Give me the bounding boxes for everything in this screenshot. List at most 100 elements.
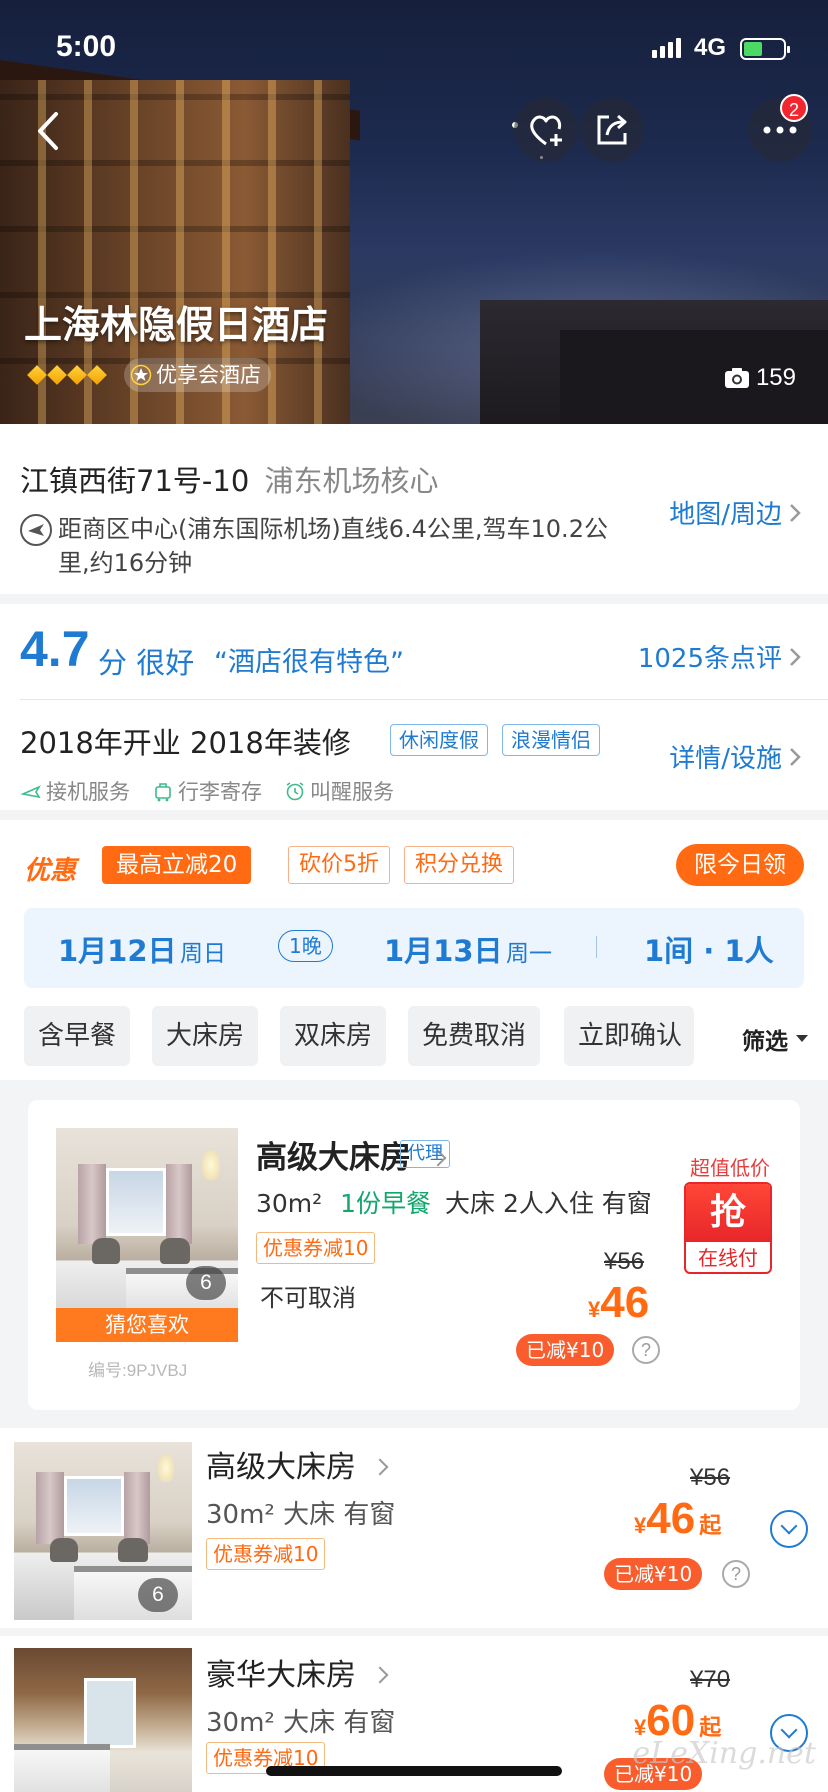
deal-label: 超值低价 [690,1156,770,1180]
status-bar: 5:00 4G [0,26,828,70]
notification-badge: 2 [780,94,808,122]
facility-section[interactable]: 2018年开业 2018年装修 休闲度假 浪漫情侣 接机服务 行李寄存 叫醒服务… [0,700,828,810]
filter-chip[interactable]: 免费取消 [408,1006,541,1066]
service-wakeup: 叫醒服务 [284,776,394,806]
address-line: 江镇西街71号-10 浦东机场核心 [20,458,439,500]
photo-count[interactable]: 159 [724,364,796,392]
diamond-rating [27,365,107,385]
curtain [166,1164,192,1244]
diamond-icon [47,365,67,385]
window [84,1678,136,1748]
filter-button[interactable]: 筛选 [718,1006,808,1066]
map-link-label: 地图/周边 [669,500,782,530]
help-icon[interactable]: ? [722,1560,750,1588]
airplane-icon [20,514,52,546]
promo-main-tag[interactable]: 最高立减20 [102,846,252,884]
member-tag-label: 优享会酒店 [156,363,261,387]
discount-badge: 已减¥10 [604,1558,703,1590]
chevron-right-icon [371,1666,389,1684]
review-count-label: 1025条点评 [637,644,782,674]
signal-icon [652,38,681,58]
open-renovate-year: 2018年开业 2018年装修 [20,726,351,760]
checkout-weekday: 周一 [506,941,552,967]
hero-photo[interactable]: 5:00 4G 2 上海林隐假日酒店 优享会酒店 159 [0,0,828,424]
agent-tag: 代理 [400,1140,450,1168]
service-pickup: 接机服务 [20,776,130,806]
theme-tag: 浪漫情侣 [502,724,600,756]
expand-button[interactable] [770,1510,808,1548]
room-info: 30m² 大床 有窗 [206,1708,396,1738]
room-photo[interactable]: 6 猜您喜欢 [56,1128,238,1342]
promo-tag[interactable]: 砍价5折 [288,846,390,884]
booking-section: 优惠 最高立减20 砍价5折 积分兑换 限今日领 1月12日 周日 1晚 1月1… [0,820,828,1080]
bed [14,1744,110,1792]
map-nearby-link[interactable]: 地图/周边 [669,494,802,531]
original-price: ¥56 [604,1248,645,1275]
filter-chip[interactable]: 立即确认 [564,1006,694,1066]
help-icon[interactable]: ? [632,1336,660,1364]
featured-room-card[interactable]: 6 猜您喜欢 编号:9PJVBJ 高级大床房 代理 30m² 1份早餐 大床 2… [28,1100,800,1410]
chevron-right-icon [790,647,801,666]
battery-icon [740,38,790,60]
chair [50,1538,78,1562]
share-icon [597,114,627,145]
filter-label: 筛选 [742,1029,788,1055]
address-section: 江镇西街71号-10 浦东机场核心 距商区中心(浦东国际机场)直线6.4公里,驾… [0,424,828,594]
chair [118,1538,148,1562]
favorite-button[interactable] [514,98,578,162]
window [64,1476,124,1536]
review-score: 4.7 [20,621,90,677]
lamp [158,1454,174,1482]
chevron-right-icon [371,1458,389,1476]
cancel-policy: 不可取消 [260,1284,356,1312]
chair [92,1238,120,1264]
theme-tag: 休闲度假 [390,724,488,756]
checkin-date[interactable]: 1月12日 [58,928,177,970]
nights-count: 1晚 [278,930,333,962]
review-count-link[interactable]: 1025条点评 [638,638,802,675]
filter-chip[interactable]: 双床房 [280,1006,387,1066]
book-now-button[interactable]: 抢 在线付 [684,1182,772,1274]
filter-chip[interactable]: 大床房 [152,1006,259,1066]
room-row[interactable]: 6 高级大床房 30m² 大床 有窗 优惠券减10 ¥56 ¥46 起 已减¥10… [0,1428,828,1628]
watermark: eLeXing.net [632,1736,816,1771]
checkout-date[interactable]: 1月13日 [384,928,503,970]
lamp [202,1150,220,1180]
room-title-link[interactable]: 豪华大床房 [206,1650,389,1694]
street-address: 江镇西街71号-10 [20,464,250,498]
detail-facility-link[interactable]: 详情/设施 [669,738,802,775]
back-button[interactable] [26,106,76,156]
diamond-icon [27,365,47,385]
pickup-icon [20,785,41,799]
room-title-link[interactable]: 高级大床房 [206,1442,389,1486]
review-section[interactable]: 4.7 分 很好 “酒店很有特色” 1025条点评 [0,604,828,700]
address-area: 浦东机场核心 [264,464,439,498]
current-price: ¥46 起 [634,1494,721,1544]
heart-plus-icon [530,115,562,146]
promo-tag[interactable]: 积分兑换 [404,846,515,884]
more-button[interactable]: 2 [748,94,812,162]
member-tag[interactable]: 优享会酒店 [124,358,271,392]
current-price: ¥46 [588,1278,649,1328]
hotel-name: 上海林隐假日酒店 [24,303,329,347]
share-button[interactable] [580,98,644,162]
claim-today-button[interactable]: 限今日领 [676,844,804,886]
currency: ¥ [588,1297,601,1322]
room-area: 30m² [256,1189,323,1218]
filter-chip[interactable]: 含早餐 [24,1006,131,1066]
home-indicator[interactable] [266,1766,562,1776]
price-value: 46 [600,1278,650,1327]
window [106,1168,166,1236]
rooms-guests[interactable]: 1间 · 1人 [644,928,774,970]
guess-you-like-label: 猜您喜欢 [56,1308,238,1342]
room-photo[interactable] [14,1648,192,1792]
room-title: 高级大床房 [206,1450,356,1485]
breakfast-info: 1份早餐 [340,1189,432,1218]
service-label: 行李寄存 [178,780,262,804]
room-title: 豪华大床房 [206,1658,356,1693]
date-selector[interactable]: 1月12日 周日 1晚 1月13日 周一 1间 · 1人 [24,908,804,988]
room-photo[interactable]: 6 [14,1442,192,1620]
pay-online-label: 在线付 [698,1246,758,1270]
diamond-icon [67,365,87,385]
service-label: 叫醒服务 [310,780,394,804]
